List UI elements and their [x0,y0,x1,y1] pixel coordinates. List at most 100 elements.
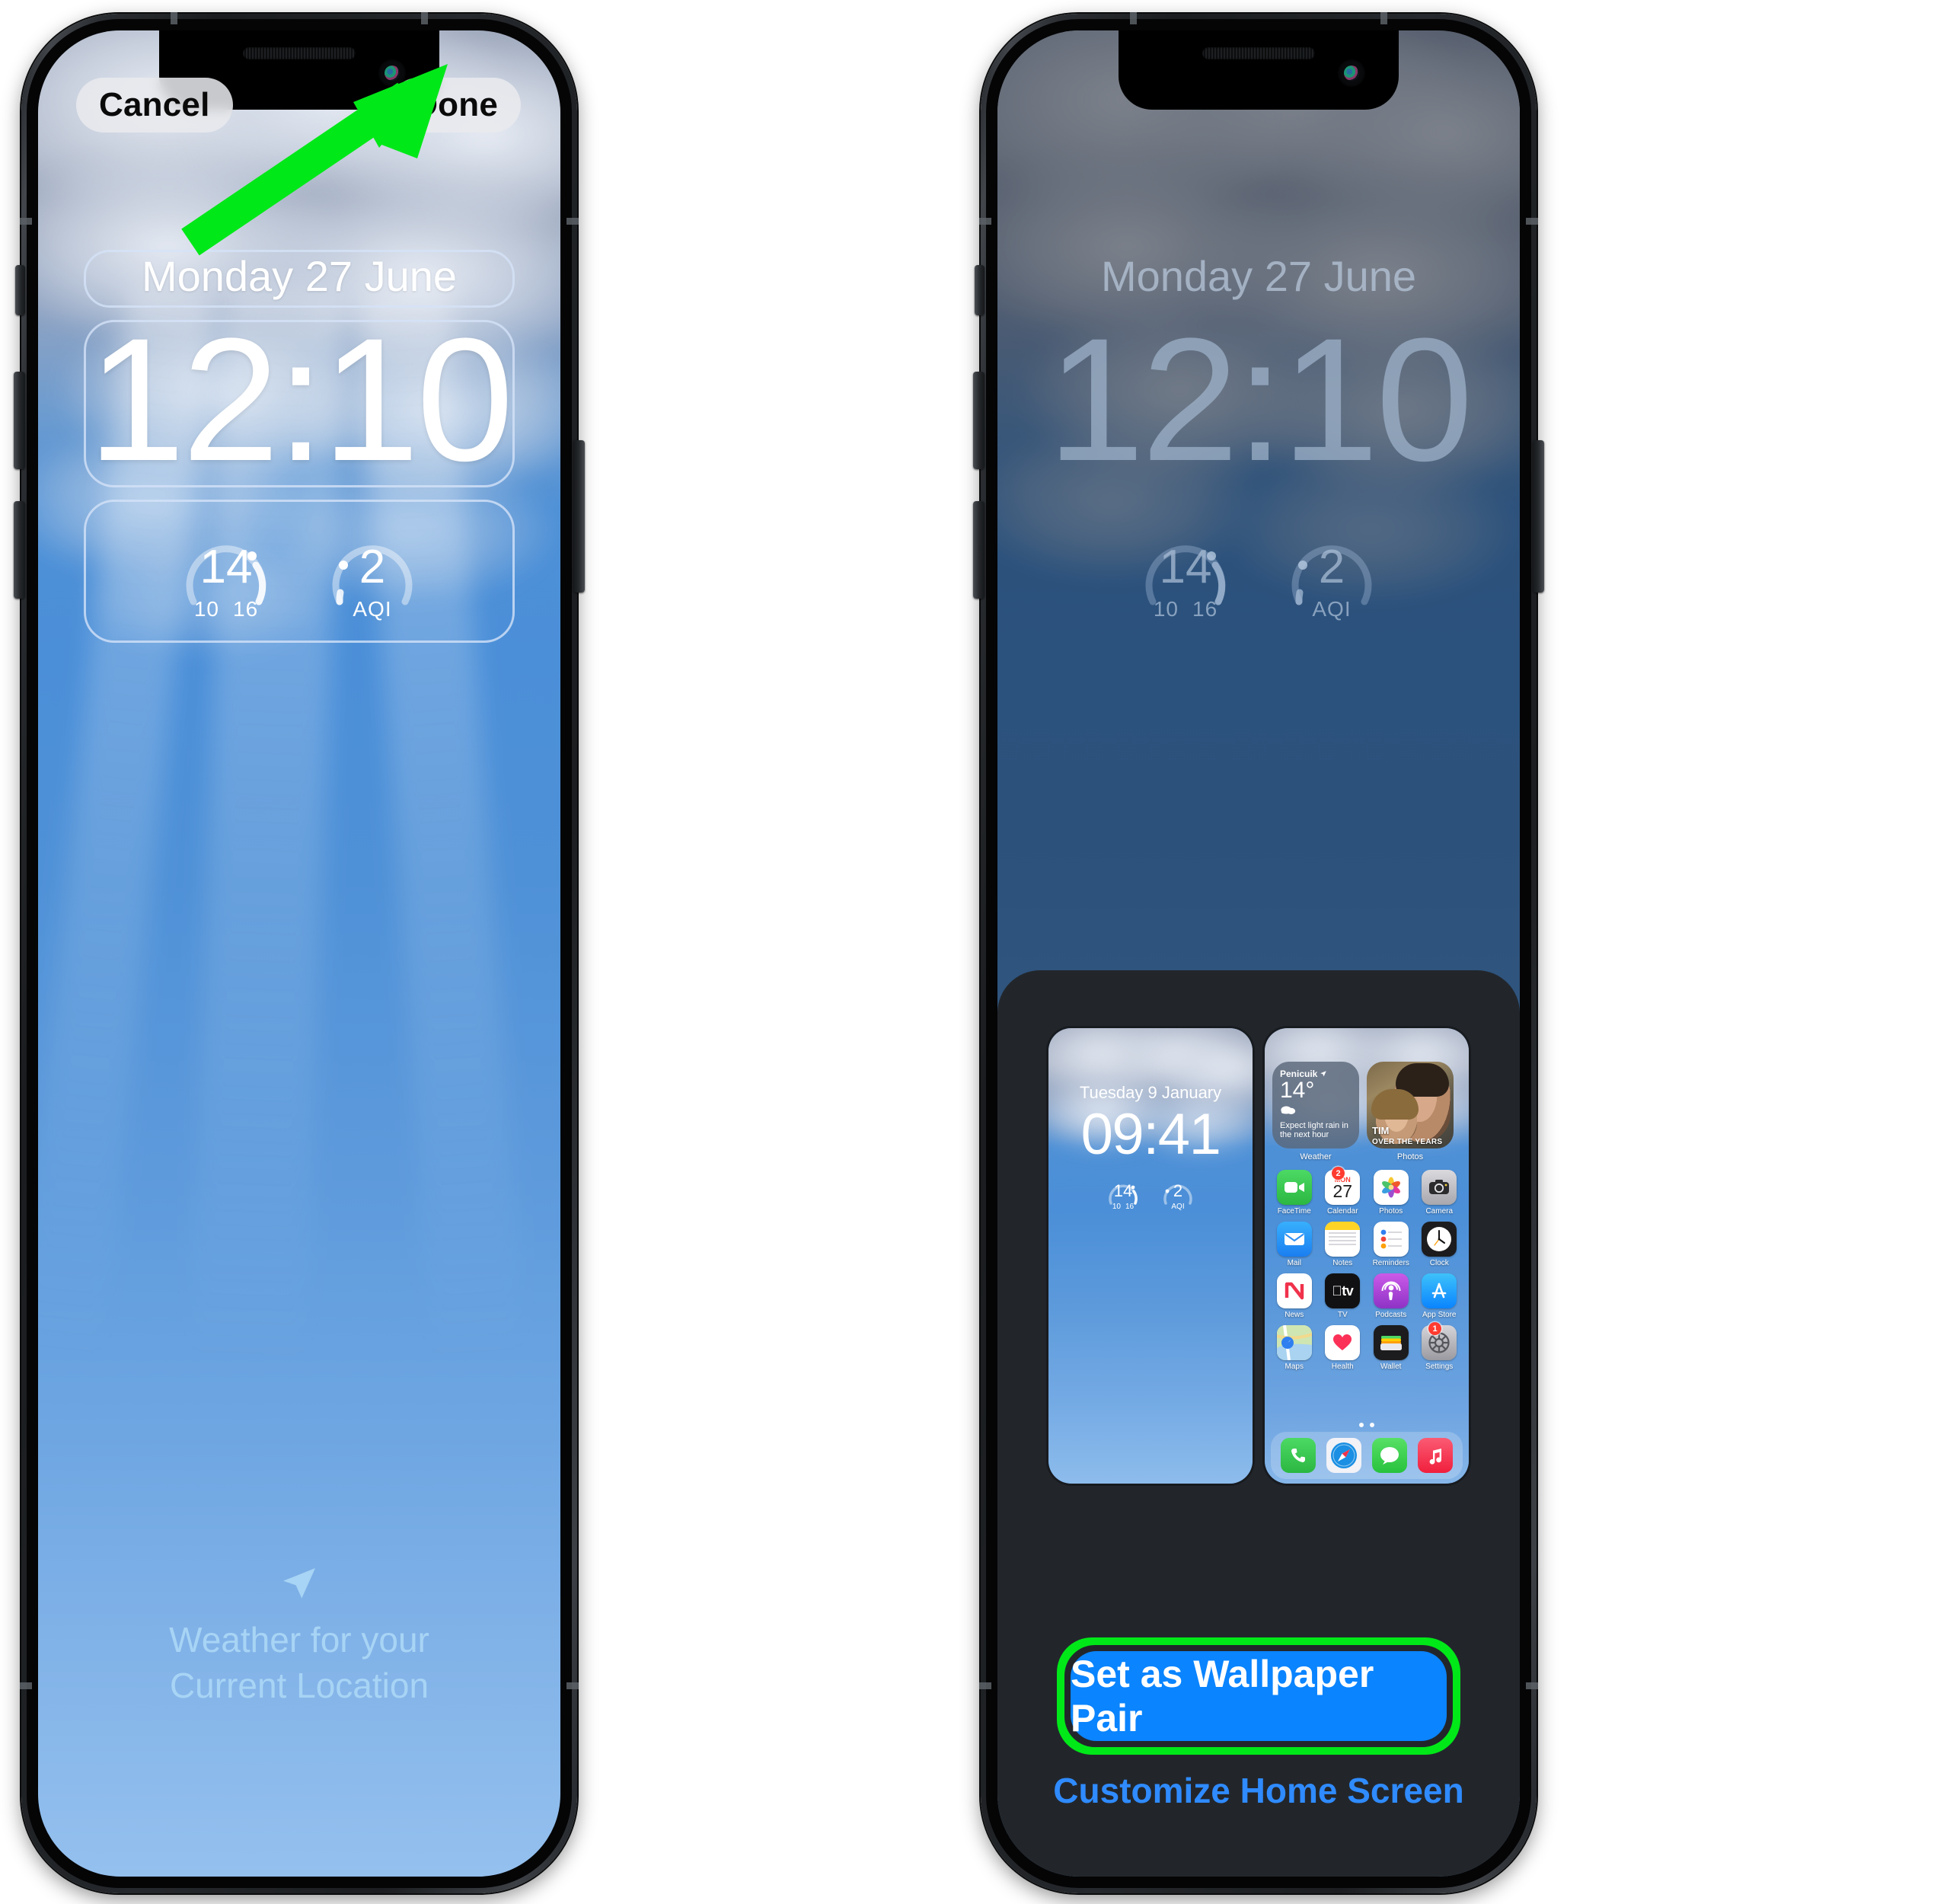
home-widgets-row: Penicuik 14° Expect light rain in the ne… [1272,1062,1461,1161]
temperature-range: 10 16 [1133,597,1238,621]
app-label: TV [1337,1311,1348,1319]
photos-widget[interactable]: TIM OVER THE YEARS Photos [1367,1062,1454,1161]
app-icon-appstore[interactable]: App Store [1418,1273,1462,1319]
left-phone: Monday 27 June 12:10 14 10 16 2 AQI Weat… [14,12,585,1893]
customize-home-screen-button[interactable]: Customize Home Screen [997,1770,1520,1811]
photos-widget-card: TIM OVER THE YEARS [1367,1062,1454,1148]
preview-lock-date: Tuesday 9 January [1079,1083,1222,1102]
antenna-line [1380,12,1387,24]
notch [1119,30,1399,110]
app-label: Clock [1429,1259,1449,1267]
home-page-dots[interactable] [1265,1423,1469,1427]
page-dot [1359,1423,1364,1427]
app-icon-camera[interactable]: Camera [1418,1170,1462,1216]
podcasts-icon [1373,1273,1409,1308]
editor-topbar: Cancel Done [38,78,560,134]
weather-description: Expect light rain in the next hour [1280,1120,1348,1140]
calendar-badge: 2 [1332,1167,1345,1180]
earpiece-speaker-icon [243,47,356,59]
temp-high: 16 [233,597,259,621]
weather-widget[interactable]: Penicuik 14° Expect light rain in the ne… [1272,1062,1359,1161]
app-icon-health[interactable]: Health [1321,1325,1365,1371]
app-icon-clock[interactable]: Clock [1418,1222,1462,1267]
clock-icon [1422,1222,1457,1257]
phone-icon[interactable] [1281,1438,1316,1473]
photos-caption-title: TIM [1372,1125,1390,1136]
app-icon-photos[interactable]: Photos [1369,1170,1413,1216]
done-button[interactable]: Done [391,78,521,133]
silent-switch[interactable] [975,265,985,315]
set-as-wallpaper-pair-button[interactable]: Set as Wallpaper Pair [1071,1651,1447,1741]
left-phone-screen: Monday 27 June 12:10 14 10 16 2 AQI Weat… [38,30,560,1877]
antenna-line [20,1682,32,1689]
right-phone-screen: Monday 27 June 12:10 14 10 16 2 AQI Tues… [997,30,1520,1877]
app-icon-settings[interactable]: 1 Settings [1418,1322,1462,1371]
antenna-line [421,12,428,24]
preview-air-quality-gauge: 2 AQI [1158,1177,1198,1211]
settings-badge: 1 [1428,1322,1441,1335]
temperature-gauge-widget[interactable]: 14 10 16 [1133,526,1238,623]
aqi-value: 2 [359,541,386,593]
lock-date: Monday 27 June [141,252,458,300]
antenna-line [1526,218,1538,225]
volume-down-button[interactable] [973,501,985,599]
news-icon [1276,1273,1312,1308]
app-icon-news[interactable]: News [1272,1273,1316,1319]
photos-caption-subtitle: OVER THE YEARS [1372,1138,1443,1146]
temp-high: 16 [1192,597,1218,621]
cloud-rain-icon [1280,1104,1352,1120]
app-label: Notes [1332,1259,1353,1267]
notes-icon [1325,1222,1361,1257]
location-arrow-icon [1320,1071,1327,1077]
temperature-gauge-widget[interactable]: 14 10 16 [174,526,279,623]
preview-aqi-unit: AQI [1171,1203,1185,1211]
preview-aqi-value: 2 [1173,1181,1183,1200]
temp-low: 10 [1153,597,1179,621]
lock-screen-preview[interactable]: Tuesday 9 January 09:41 14 10 16 2 AQI [1048,1028,1253,1484]
home-app-grid: FaceTime 2 MON 27 Calendar Photos Camera… [1272,1167,1462,1371]
wallpaper-previews: Tuesday 9 January 09:41 14 10 16 2 AQI P… [997,1028,1520,1484]
app-icon-podcasts[interactable]: Podcasts [1369,1273,1413,1319]
cancel-button[interactable]: Cancel [76,78,233,133]
temperature-value: 14 [1159,541,1212,593]
air-quality-gauge-widget[interactable]: 2 AQI [1279,526,1384,623]
app-label: FaceTime [1277,1207,1311,1216]
weather-widget-card: Penicuik 14° Expect light rain in the ne… [1272,1062,1359,1148]
location-arrow-icon [38,1563,560,1609]
home-screen-preview[interactable]: Penicuik 14° Expect light rain in the ne… [1265,1028,1469,1484]
aqi-unit: AQI [1312,597,1352,621]
air-quality-gauge-widget[interactable]: 2 AQI [320,526,425,623]
volume-up-button[interactable] [14,372,25,469]
facetime-icon [1276,1170,1312,1205]
power-button[interactable] [573,440,585,593]
app-icon-mail[interactable]: Mail [1272,1222,1316,1267]
volume-down-button[interactable] [14,501,25,599]
silent-switch[interactable] [15,265,25,315]
app-label: Calendar [1326,1207,1358,1216]
app-icon-notes[interactable]: Notes [1321,1222,1365,1267]
app-label: Mail [1287,1259,1301,1267]
app-label: Podcasts [1375,1311,1407,1319]
preview-lock-time: 09:41 [1080,1102,1221,1167]
home-dock [1271,1432,1463,1479]
volume-up-button[interactable] [973,372,985,469]
wallet-icon [1373,1325,1409,1360]
app-icon-calendar[interactable]: 2 MON 27 Calendar [1321,1167,1365,1216]
messages-icon[interactable] [1372,1438,1407,1473]
app-icon-wallet[interactable]: Wallet [1369,1325,1413,1371]
antenna-line [1526,1682,1538,1689]
music-icon[interactable] [1418,1438,1453,1473]
app-icon-tv[interactable]: tv TV [1321,1273,1365,1319]
antenna-line [566,1682,579,1689]
antenna-line [566,218,579,225]
app-icon-reminders[interactable]: Reminders [1369,1222,1413,1267]
app-label: News [1285,1311,1304,1319]
weather-temperature: 14° [1280,1078,1315,1103]
safari-icon[interactable] [1326,1438,1361,1473]
app-icon-maps[interactable]: Maps [1272,1325,1316,1371]
antenna-line [979,1682,991,1689]
power-button[interactable] [1533,440,1544,593]
app-label: Photos [1379,1207,1403,1216]
app-icon-facetime[interactable]: FaceTime [1272,1170,1316,1216]
preview-temp-high: 16 [1125,1203,1135,1211]
